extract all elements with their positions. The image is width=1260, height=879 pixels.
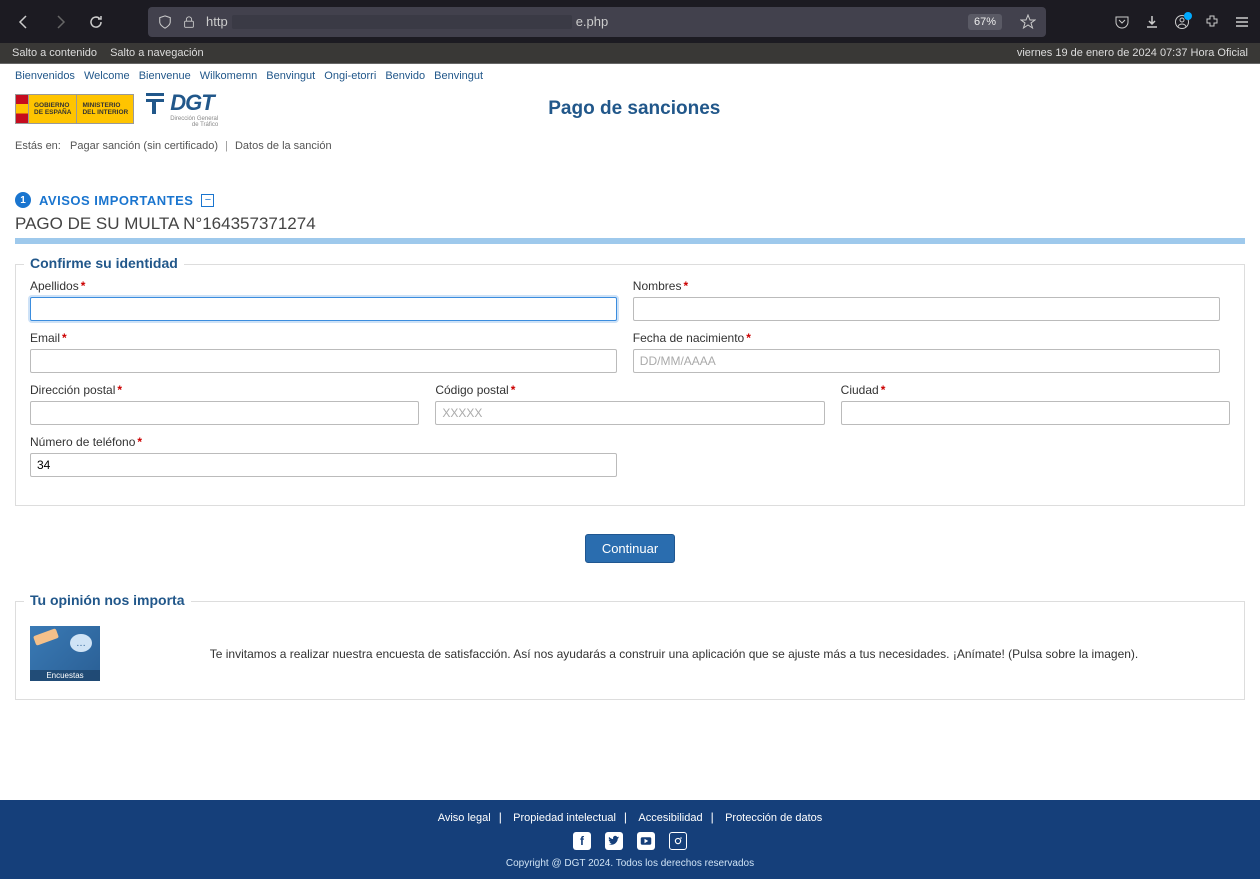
header: GOBIERNO DE ESPAÑA MINISTERIO DEL INTERI… [15, 88, 1245, 136]
page-title: Pago de sanciones [548, 98, 720, 120]
ciudad-input[interactable] [841, 401, 1230, 425]
multa-title: PAGO DE SU MULTA N°164357371274 [15, 208, 1245, 238]
pocket-icon[interactable] [1114, 14, 1130, 30]
url-text: httpe.php [206, 14, 958, 29]
cp-input[interactable] [435, 401, 824, 425]
lang-link[interactable]: Benvingut [266, 70, 315, 82]
avisos-row: 1 AVISOS IMPORTANTES − [15, 162, 1245, 208]
nombres-input[interactable] [633, 297, 1220, 321]
collapse-icon[interactable]: − [201, 194, 214, 207]
utility-bar: Salto a contenido Salto a navegación vie… [0, 43, 1260, 64]
lang-link[interactable]: Welcome [84, 70, 130, 82]
datetime-text: viernes 19 de enero de 2024 07:37 Hora O… [1017, 47, 1248, 59]
avisos-label: AVISOS IMPORTANTES [39, 193, 193, 208]
footer-link[interactable]: Propiedad intelectual [513, 812, 616, 824]
lang-link[interactable]: Bienvenue [139, 70, 191, 82]
apellidos-input[interactable] [30, 297, 617, 321]
browser-toolbar: httpe.php 67% [0, 0, 1260, 43]
direccion-label: Dirección postal* [30, 383, 419, 397]
toolbar-right [1114, 14, 1250, 30]
youtube-icon[interactable] [637, 832, 655, 850]
social-row: f [0, 824, 1260, 858]
skip-nav-link[interactable]: Salto a navegación [110, 47, 204, 59]
direccion-input[interactable] [30, 401, 419, 425]
opinion-box: Tu opinión nos importa … Encuestas Te in… [15, 601, 1245, 700]
identity-legend: Confirme su identidad [24, 255, 184, 271]
download-icon[interactable] [1144, 14, 1160, 30]
email-label: Email* [30, 331, 617, 345]
lang-link[interactable]: Wilkomemn [200, 70, 257, 82]
speech-bubble-icon: … [70, 634, 92, 652]
twitter-icon[interactable] [605, 832, 623, 850]
tel-label: Número de teléfono* [30, 435, 617, 449]
gov-logo: GOBIERNO DE ESPAÑA MINISTERIO DEL INTERI… [15, 94, 134, 124]
notification-dot-icon [1184, 12, 1192, 20]
identity-box: Confirme su identidad Apellidos* Nombres… [15, 264, 1245, 506]
footer-links: Aviso legal| Propiedad intelectual| Acce… [0, 810, 1260, 824]
lang-link[interactable]: Ongi-etorri [324, 70, 376, 82]
menu-icon[interactable] [1234, 14, 1250, 30]
extensions-icon[interactable] [1204, 14, 1220, 30]
shield-icon [158, 15, 172, 29]
nombres-label: Nombres* [633, 279, 1220, 293]
footer-link[interactable]: Accesibilidad [638, 812, 702, 824]
copyright-text: Copyright @ DGT 2024. Todos los derechos… [0, 858, 1260, 869]
lang-link[interactable]: Benvingut [434, 70, 483, 82]
back-button[interactable] [10, 8, 38, 36]
apellidos-label: Apellidos* [30, 279, 617, 293]
opinion-legend: Tu opinión nos importa [24, 592, 191, 608]
zoom-indicator[interactable]: 67% [968, 14, 1002, 30]
ciudad-label: Ciudad* [841, 383, 1230, 397]
lock-icon [182, 15, 196, 29]
account-icon[interactable] [1174, 14, 1190, 30]
survey-image[interactable]: … Encuestas [30, 626, 100, 681]
footer-link[interactable]: Aviso legal [438, 812, 491, 824]
facebook-icon[interactable]: f [573, 832, 591, 850]
forward-button[interactable] [46, 8, 74, 36]
tel-input[interactable] [30, 453, 617, 477]
email-input[interactable] [30, 349, 617, 373]
dgt-mark-icon [144, 90, 166, 116]
cp-label: Código postal* [435, 383, 824, 397]
url-bar[interactable]: httpe.php 67% [148, 7, 1046, 37]
fecha-input[interactable] [633, 349, 1220, 373]
opinion-text: Te invitamos a realizar nuestra encuesta… [118, 647, 1230, 661]
fecha-label: Fecha de nacimiento* [633, 331, 1220, 345]
spain-flag-icon [15, 94, 29, 124]
avisos-count-badge: 1 [15, 192, 31, 208]
divider-bar [15, 238, 1245, 244]
breadcrumb: Estás en: Pagar sanción (sin certificado… [15, 136, 1245, 162]
instagram-icon[interactable] [669, 832, 687, 850]
lang-link[interactable]: Benvido [385, 70, 425, 82]
reload-button[interactable] [82, 8, 110, 36]
continue-button[interactable]: Continuar [585, 534, 675, 563]
bookmark-star-icon[interactable] [1020, 14, 1036, 30]
dgt-logo: DGT Dirección General de Tráfico [144, 90, 218, 128]
lang-link[interactable]: Bienvenidos [15, 70, 75, 82]
language-row: Bienvenidos Welcome Bienvenue Wilkomemn … [15, 64, 1245, 88]
footer-link[interactable]: Protección de datos [725, 812, 822, 824]
skip-content-link[interactable]: Salto a contenido [12, 47, 97, 59]
footer: Aviso legal| Propiedad intelectual| Acce… [0, 800, 1260, 879]
